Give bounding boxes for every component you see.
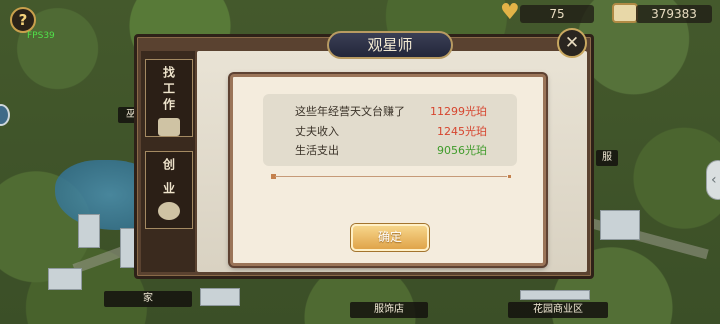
building bbox=[600, 210, 640, 240]
row-value: 11299光珀 bbox=[430, 105, 487, 118]
scroll-icon bbox=[612, 3, 638, 23]
tab-label: 找工作 bbox=[161, 66, 176, 114]
row-value: 9056光珀 bbox=[437, 144, 487, 157]
expand-arrow-icon[interactable]: ‹ bbox=[706, 160, 720, 200]
close-icon: ✕ bbox=[564, 33, 580, 53]
building bbox=[48, 268, 82, 290]
divider-line bbox=[271, 173, 511, 181]
map-label-garden-business[interactable]: 花园商业区 bbox=[508, 302, 608, 318]
map-label-partial[interactable]: 服 bbox=[596, 150, 618, 166]
row-label: 丈夫收入 bbox=[295, 125, 339, 138]
summary-row: 这些年经营天文台赚了 11299光珀 bbox=[263, 103, 517, 121]
tab-start-business[interactable]: 创 业 bbox=[145, 151, 193, 229]
row-label: 这些年经营天文台赚了 bbox=[295, 105, 405, 118]
panel-sidebar: 找工作 创 业 bbox=[141, 51, 195, 272]
divider-marker bbox=[508, 175, 511, 178]
earnings-summary: 这些年经营天文台赚了 11299光珀 丈夫收入 1245光珀 生活支出 9056… bbox=[263, 94, 517, 166]
tab-label: 创 业 bbox=[161, 158, 176, 199]
confirm-button[interactable]: 确定 bbox=[351, 224, 429, 251]
map-label-clothing-store[interactable]: 服饰店 bbox=[350, 302, 428, 318]
coins-counter: 379383 bbox=[636, 5, 712, 23]
divider-rule bbox=[275, 176, 507, 177]
tab-find-job[interactable]: 找工作 bbox=[145, 59, 193, 137]
summary-row: 生活支出 9056光珀 bbox=[263, 142, 517, 160]
map-label-home[interactable]: 家 bbox=[104, 291, 192, 307]
earnings-dialog: 这些年经营天文台赚了 11299光珀 丈夫收入 1245光珀 生活支出 9056… bbox=[230, 74, 546, 266]
building bbox=[78, 214, 100, 248]
summary-row: 丈夫收入 1245光珀 bbox=[263, 123, 517, 141]
building bbox=[200, 288, 240, 306]
row-label: 生活支出 bbox=[295, 144, 339, 157]
hearts-counter: 75 bbox=[520, 5, 594, 23]
money-bag-icon bbox=[158, 202, 180, 221]
help-button[interactable]: ? bbox=[10, 7, 36, 33]
panel-title: 观星师 bbox=[327, 31, 453, 59]
fps-counter: FPS39 bbox=[27, 31, 55, 41]
building bbox=[520, 290, 590, 300]
briefcase-icon bbox=[158, 118, 180, 136]
row-value: 1245光珀 bbox=[437, 125, 487, 138]
close-button[interactable]: ✕ bbox=[557, 28, 587, 58]
question-icon: ? bbox=[18, 11, 28, 29]
